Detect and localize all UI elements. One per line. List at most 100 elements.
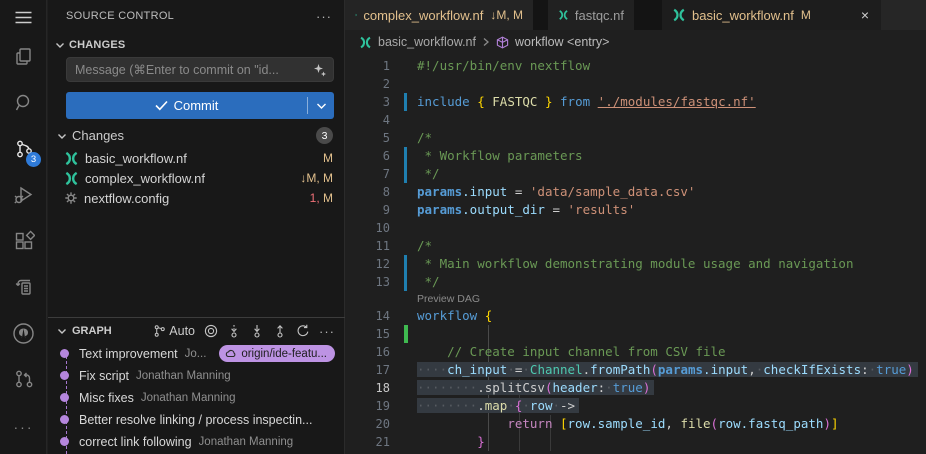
codelens-preview-dag[interactable]: Preview DAG <box>345 291 926 307</box>
commit-author: Jonathan Manning <box>136 370 231 382</box>
panel-title: SOURCE CONTROL <box>66 10 316 22</box>
commit-row[interactable]: Fix script Jonathan Manning <box>48 365 345 386</box>
graph-fetch-button[interactable] <box>227 324 241 338</box>
git-added-gutter-marker <box>404 325 408 343</box>
close-icon[interactable]: × <box>859 7 871 23</box>
nextflow-icon <box>64 171 79 186</box>
code-line[interactable]: 9params.output_dir = 'results' <box>345 201 926 219</box>
nextflow-icon <box>558 8 569 22</box>
commit-message-input[interactable] <box>75 63 313 77</box>
line-number: 1 <box>345 57 390 75</box>
menu-button[interactable] <box>0 0 47 34</box>
code-line[interactable]: 13 */ <box>345 273 926 291</box>
sidebar-item-run-debug[interactable] <box>0 172 47 218</box>
commit-row[interactable]: Better resolve linking / process inspect… <box>48 409 345 430</box>
commit-author: Jonathan Manning <box>141 392 236 404</box>
tab-git-badge: M <box>801 8 811 22</box>
commit-graph: Text improvement Jo... origin/ide-featu.… <box>48 343 345 454</box>
file-row-complex-workflow[interactable]: complex_workflow.nf ↓M, M <box>48 168 345 188</box>
sidebar-item-github[interactable] <box>0 310 47 356</box>
file-name: complex_workflow.nf <box>85 171 300 186</box>
code-text: workflow { <box>417 307 492 325</box>
source-control-header: SOURCE CONTROL ··· <box>48 0 344 32</box>
code-line[interactable]: 17····ch_input·=·Channel.fromPath(params… <box>345 361 926 379</box>
graph-more-button[interactable]: ··· <box>319 324 335 339</box>
code-line[interactable]: 2 <box>345 75 926 93</box>
extensions-icon <box>13 230 35 252</box>
git-status: ↓M, M <box>300 171 333 185</box>
branch-ref-pill[interactable]: origin/ide-featu... <box>219 345 335 362</box>
graph-pull-button[interactable] <box>250 324 264 338</box>
commit-row[interactable]: correct link following Jonathan Manning <box>48 431 345 452</box>
changes-count-badge: 3 <box>316 127 333 144</box>
breadcrumb-symbol[interactable]: workflow <entry> <box>515 35 609 49</box>
source-control-panel: SOURCE CONTROL ··· CHANGES Commit Change… <box>48 0 345 454</box>
file-history-icon <box>13 276 35 298</box>
sidebar-item-source-control[interactable]: 3 <box>0 126 47 172</box>
code-line[interactable]: 6 * Workflow parameters <box>345 147 926 165</box>
tab-fastqc[interactable]: fastqc.nf <box>548 0 634 30</box>
code-line[interactable]: 5/* <box>345 129 926 147</box>
line-number: 9 <box>345 201 390 219</box>
changes-tree-header[interactable]: Changes 3 <box>48 126 345 145</box>
chevron-down-icon[interactable] <box>56 325 68 337</box>
code-line[interactable]: 20 return [row.sample_id, file(row.fastq… <box>345 415 926 433</box>
tab-title: basic_workflow.nf <box>692 8 794 23</box>
changes-section-header[interactable]: CHANGES <box>48 34 344 55</box>
sidebar-item-explorer[interactable] <box>0 34 47 80</box>
panel-more-button[interactable]: ··· <box>316 9 332 24</box>
code-line[interactable]: 15 <box>345 325 926 343</box>
breadcrumb-file[interactable]: basic_workflow.nf <box>378 35 476 49</box>
git-modified-gutter-marker <box>404 273 407 291</box>
code-line[interactable]: 7 */ <box>345 165 926 183</box>
files-icon <box>13 46 35 68</box>
commit-dropdown-button[interactable] <box>308 102 334 110</box>
graph-push-button[interactable] <box>273 324 287 338</box>
commit-button[interactable]: Commit <box>66 92 334 119</box>
commit-row[interactable]: Misc fixes Jonathan Manning <box>48 387 345 408</box>
run-debug-icon <box>13 184 35 206</box>
selection-highlight: ········.map·{·row·-> <box>417 398 579 413</box>
code-line[interactable]: 18········.splitCsv(header:·true) <box>345 379 926 397</box>
breadcrumb[interactable]: basic_workflow.nf workflow <entry> <box>345 30 926 54</box>
code-editor[interactable]: 1#!/usr/bin/env nextflow23include { FAST… <box>345 54 926 454</box>
sidebar-item-extensions[interactable] <box>0 218 47 264</box>
sidebar-item-search[interactable] <box>0 80 47 126</box>
code-line[interactable]: 16 // Create input channel from CSV file <box>345 343 926 361</box>
graph-section-header: GRAPH Auto ··· <box>48 321 345 341</box>
code-line[interactable]: 21 } <box>345 433 926 451</box>
commit-row[interactable]: Text improvement Jo... origin/ide-featu.… <box>48 343 345 364</box>
code-line[interactable]: 11/* <box>345 237 926 255</box>
code-text: ········.map·{·row·-> <box>417 397 579 415</box>
graph-refresh-button[interactable] <box>296 324 310 338</box>
file-row-basic-workflow[interactable]: basic_workflow.nf M <box>48 148 345 168</box>
code-text: /* <box>417 237 432 255</box>
code-line[interactable]: 10 <box>345 219 926 237</box>
code-text: return [row.sample_id, file(row.fastq_pa… <box>417 415 839 433</box>
code-line[interactable]: 19········.map·{·row·-> <box>345 397 926 415</box>
activity-more-button[interactable]: ··· <box>0 404 47 450</box>
commit-message: Text improvement <box>79 347 178 361</box>
code-line[interactable]: 14workflow { <box>345 307 926 325</box>
code-line[interactable]: 1#!/usr/bin/env nextflow <box>345 57 926 75</box>
code-line[interactable]: 3include { FASTQC } from './modules/fast… <box>345 93 926 111</box>
file-name: nextflow.config <box>84 191 310 206</box>
graph-auto-toggle[interactable]: Auto <box>153 324 195 338</box>
tab-complex-workflow[interactable]: complex_workflow.nf ↓M, M <box>345 0 533 30</box>
line-number: 3 <box>345 93 390 111</box>
branch-icon <box>153 324 166 338</box>
sparkle-icon[interactable] <box>313 63 327 77</box>
code-line[interactable]: 12 * Main workflow demonstrating module … <box>345 255 926 273</box>
graph-target-button[interactable] <box>204 324 218 338</box>
commit-author: Jonathan Manning <box>199 436 294 448</box>
code-line[interactable]: 4 <box>345 111 926 129</box>
search-icon <box>13 92 35 114</box>
file-row-nextflow-config[interactable]: nextflow.config 1, M <box>48 188 345 208</box>
sidebar-item-file-history[interactable] <box>0 264 47 310</box>
commit-dot-icon <box>60 349 69 358</box>
tab-basic-workflow-active[interactable]: basic_workflow.nf M × <box>662 0 881 30</box>
tab-bar-empty-space <box>881 0 926 30</box>
sidebar-item-pull-requests[interactable] <box>0 356 47 402</box>
code-line[interactable]: 8params.input = 'data/sample_data.csv' <box>345 183 926 201</box>
github-icon <box>12 322 35 345</box>
